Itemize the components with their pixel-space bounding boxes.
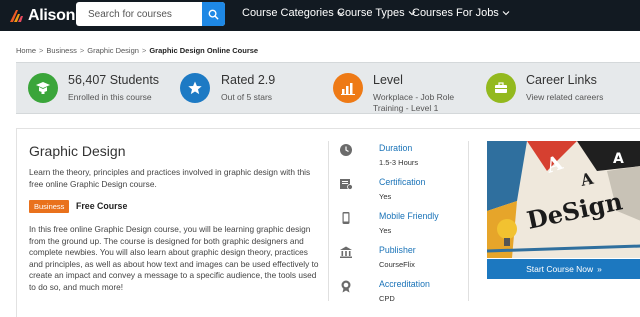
chevron-down-icon [502,11,510,16]
mobile-icon [342,212,350,224]
breadcrumb: Home > Business > Graphic Design > Graphic Des… [16,46,258,55]
alison-logo[interactable]: Alison [8,6,75,26]
search-button[interactable] [202,2,225,26]
bar-chart-icon [333,73,363,103]
detail-label: Duration [379,143,413,153]
breadcrumb-separator-icon: > [79,46,85,55]
breadcrumb-graphic-design[interactable]: Graphic Design [87,46,139,55]
detail-value: 1.5-3 Hours [379,158,419,167]
stat-title: Career Links [526,73,597,87]
divider [468,141,469,301]
stat-title: Level [373,73,403,87]
alison-logo-text: Alison [28,7,76,24]
institution-icon [340,246,352,258]
star-icon [180,73,210,103]
stat-subtitle-line2: Training - Level 1 [373,103,439,113]
price-label: Free Course [76,201,128,211]
alison-logo-icon [8,7,26,25]
nav-course-types[interactable]: Course Types [337,0,416,26]
detail-label: Mobile Friendly [379,211,439,221]
stat-title: 56,407 Students [68,73,160,87]
course-stats-banner: 56,407 Students Enrolled in this course … [16,62,640,114]
certificate-icon [340,179,353,190]
start-course-button[interactable]: Start Course Now » [487,259,640,279]
nav-courses-for-jobs[interactable]: Courses For Jobs [412,0,510,26]
detail-label: Certification [379,177,426,187]
course-intro: Learn the theory, principles and practic… [29,167,311,189]
course-main-card: Graphic Design Learn the theory, princip… [16,128,640,317]
breadcrumb-current: Graphic Design Online Course [149,46,259,55]
double-chevron-right-icon: » [597,264,602,274]
stat-title: Rated 2.9 [221,73,276,87]
stat-subtitle: Out of 5 stars [221,92,273,102]
nav-label: Courses For Jobs [412,7,499,19]
stat-subtitle: Enrolled in this course [68,92,152,102]
top-navbar: Alison Course Categories Course Types Co… [0,0,640,31]
award-icon [341,280,351,293]
stat-subtitle: Workplace - Job Role [373,92,455,102]
course-thumbnail[interactable]: A A A DeSign [487,141,640,258]
detail-value: CPD [379,294,395,303]
nav-label: Course Types [337,7,405,19]
breadcrumb-home[interactable]: Home [16,46,36,55]
nav-course-categories[interactable]: Course Categories [242,0,345,26]
detail-value: CourseFlix [379,260,415,269]
detail-value: Yes [379,226,392,235]
stat-subtitle: View related careers [526,92,604,102]
detail-value: Yes [379,192,392,201]
course-description: In this free online Graphic Design cours… [29,224,319,292]
detail-label: Accreditation [379,279,430,289]
course-thumbnail-illustration: A A A DeSign [487,141,640,258]
search-icon [208,9,219,20]
breadcrumb-separator-icon: > [141,46,147,55]
breadcrumb-business[interactable]: Business [46,46,76,55]
start-course-label: Start Course Now [526,264,594,274]
detail-label: Publisher [379,245,416,255]
briefcase-icon [486,73,516,103]
search-box [76,2,225,26]
course-title: Graphic Design [29,143,126,159]
breadcrumb-separator-icon: > [39,46,44,55]
svg-text:A: A [613,151,624,167]
graduate-icon [28,73,58,103]
divider [328,141,329,301]
nav-label: Course Categories [242,7,334,19]
clock-icon [340,144,352,156]
search-input[interactable] [76,2,202,26]
category-badge[interactable]: Business [29,200,70,213]
